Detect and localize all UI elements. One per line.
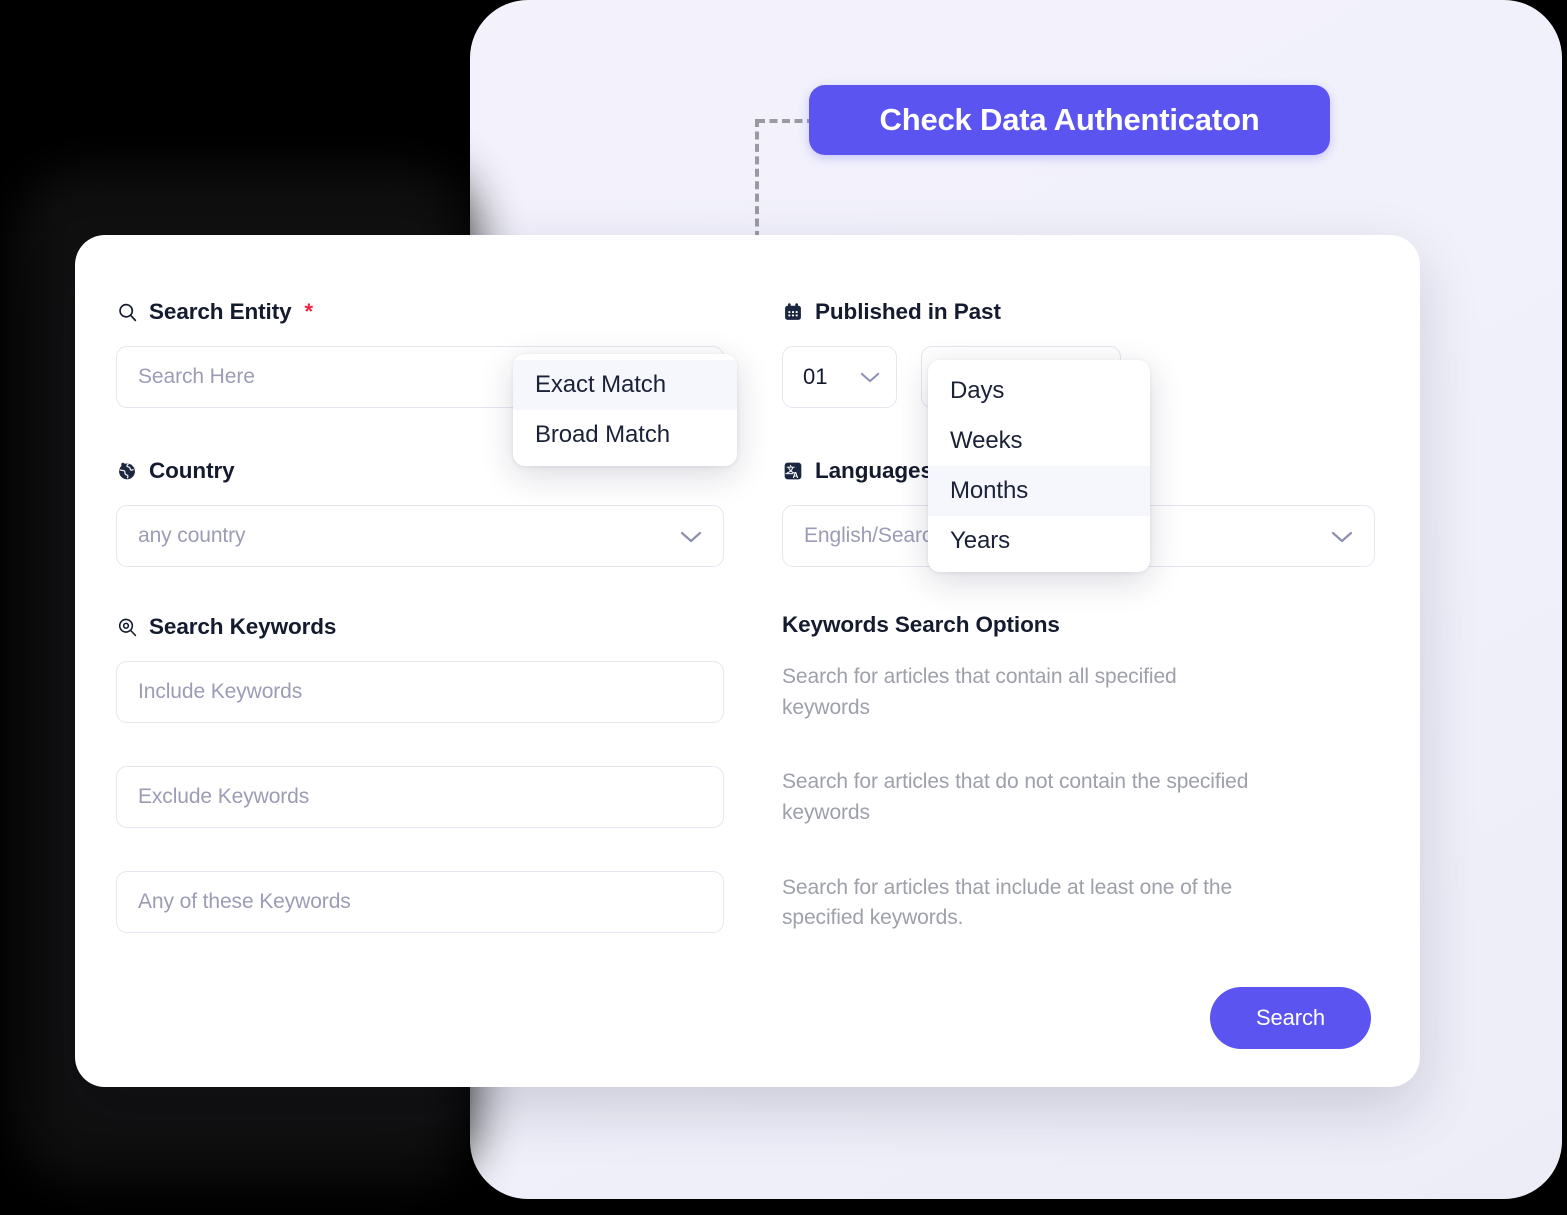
cta-label: Check Data Authenticaton <box>879 102 1260 137</box>
search-icon <box>116 301 138 323</box>
connector-line-horizontal <box>757 119 815 123</box>
published-number-select[interactable]: 01 <box>782 346 897 408</box>
keywords-search-options-title: Keywords Search Options <box>782 612 1060 637</box>
published-in-past-label-row: Published in Past <box>782 297 1379 327</box>
chevron-down-icon <box>1331 530 1353 543</box>
globe-icon <box>116 460 138 482</box>
search-entity-label-row: Search Entity * <box>116 297 782 327</box>
any-keywords-placeholder: Any of these Keywords <box>138 890 351 913</box>
country-select[interactable]: any country <box>116 505 724 567</box>
search-form-card: Search Entity * Search Here Country any … <box>75 235 1420 1087</box>
match-type-dropdown-menu[interactable]: Exact Match Broad Match <box>513 354 737 466</box>
country-label: Country <box>149 458 235 483</box>
connector-line-vertical <box>755 119 759 239</box>
search-submit-button[interactable]: Search <box>1210 987 1371 1049</box>
languages-placeholder: English/Search <box>804 524 944 547</box>
country-placeholder: any country <box>138 524 246 547</box>
svg-text:A: A <box>793 471 799 480</box>
exclude-keywords-placeholder: Exclude Keywords <box>138 785 310 808</box>
include-keywords-input[interactable]: Include Keywords <box>116 661 724 723</box>
calendar-icon <box>782 301 804 323</box>
menu-item-weeks[interactable]: Weeks <box>928 416 1150 466</box>
menu-item-exact-match[interactable]: Exact Match <box>513 360 737 410</box>
search-entity-label: Search Entity <box>149 299 292 324</box>
translate-icon: 文 A <box>782 460 804 482</box>
chevron-down-icon <box>680 530 702 543</box>
form-grid: Search Entity * Search Here Country any … <box>116 297 1379 934</box>
search-submit-label: Search <box>1255 1005 1326 1030</box>
time-unit-dropdown-menu[interactable]: Days Weeks Months Years <box>928 360 1150 572</box>
keywords-option-description-include: Search for articles that contain all spe… <box>782 665 1177 719</box>
menu-item-months[interactable]: Months <box>928 466 1150 516</box>
screenshot-root: Check Data Authenticaton Search Entity * <box>0 0 1567 1215</box>
check-data-authentication-button[interactable]: Check Data Authenticaton <box>809 85 1330 155</box>
exclude-keywords-input[interactable]: Exclude Keywords <box>116 766 724 828</box>
languages-label: Languages <box>815 458 933 483</box>
include-keywords-placeholder: Include Keywords <box>138 680 303 703</box>
search-keywords-label: Search Keywords <box>149 614 337 639</box>
menu-item-broad-match[interactable]: Broad Match <box>513 410 737 460</box>
required-marker: * <box>304 299 314 324</box>
keywords-option-description-any: Search for articles that include at leas… <box>782 875 1233 930</box>
any-keywords-input[interactable]: Any of these Keywords <box>116 871 724 933</box>
keywords-option-description-exclude: Search for articles that do not contain … <box>782 770 1249 824</box>
menu-item-years[interactable]: Years <box>928 516 1150 566</box>
search-keywords-label-row: Search Keywords <box>116 612 782 642</box>
published-number-value: 01 <box>803 364 828 389</box>
menu-item-days[interactable]: Days <box>928 366 1150 416</box>
published-in-past-label: Published in Past <box>815 299 1001 324</box>
search-entity-placeholder: Search Here <box>138 365 255 388</box>
chevron-down-icon <box>860 371 882 384</box>
keyword-search-icon <box>116 616 138 638</box>
